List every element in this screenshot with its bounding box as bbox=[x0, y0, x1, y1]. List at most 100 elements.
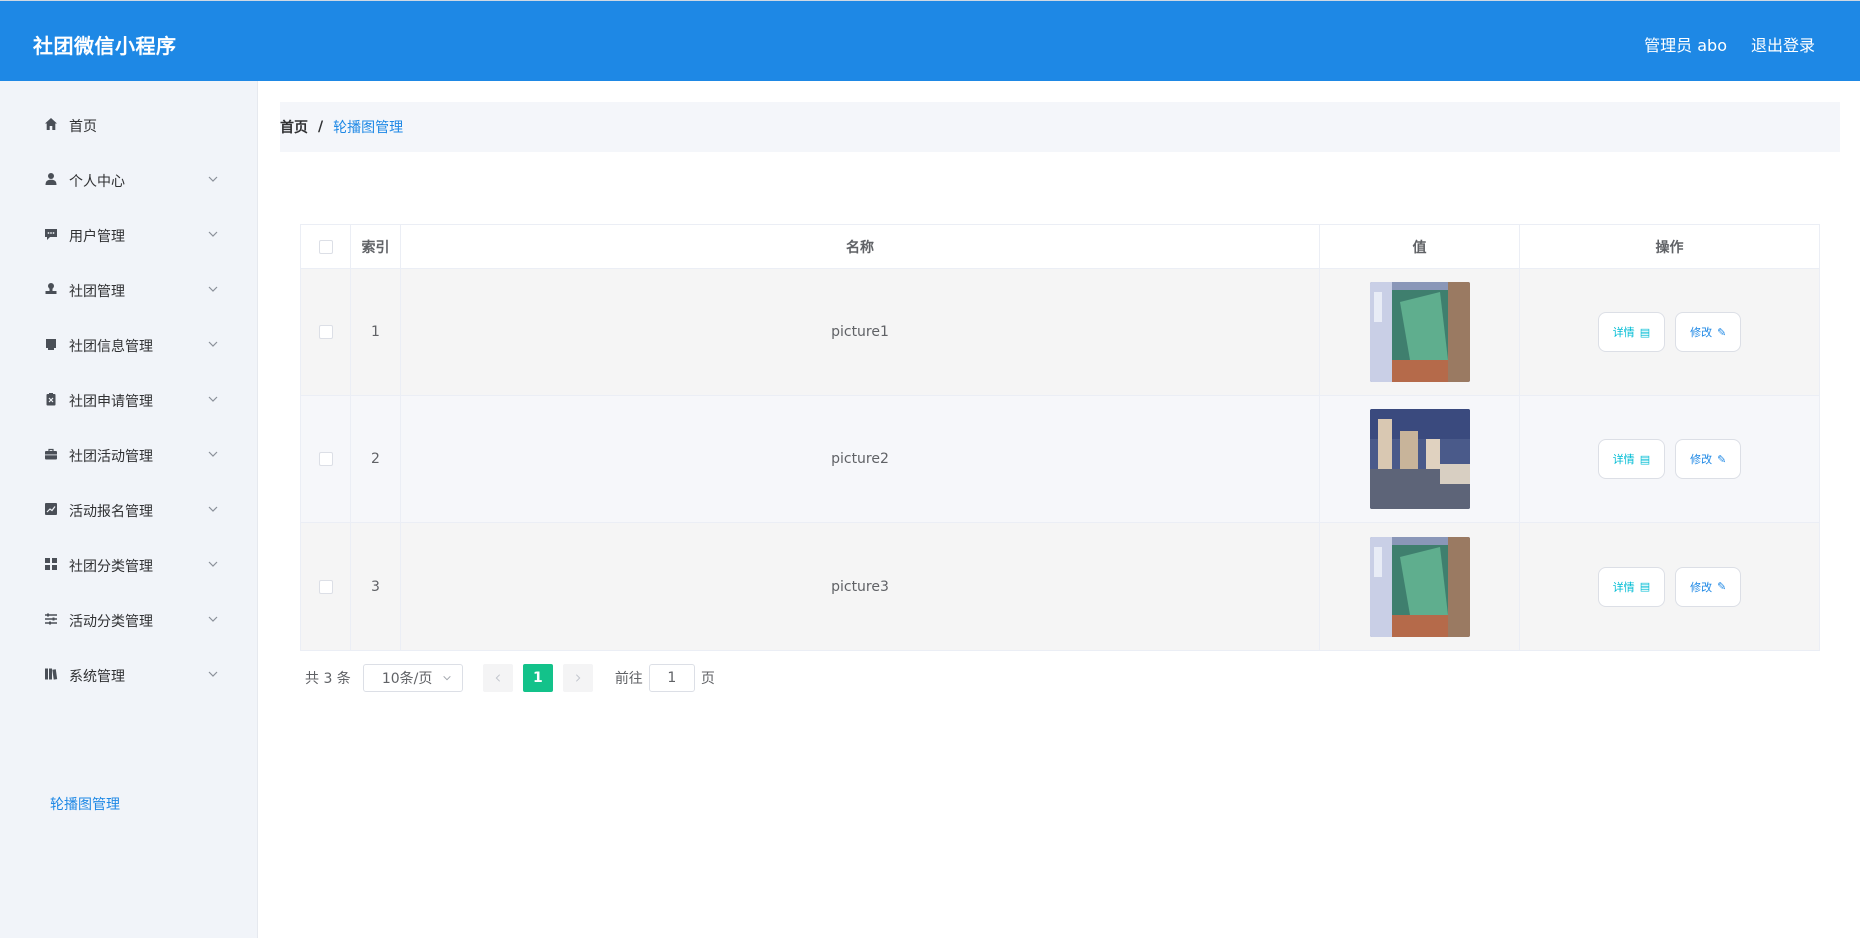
pencil-icon: ✎ bbox=[1717, 580, 1727, 593]
app-title: 社团微信小程序 bbox=[33, 34, 177, 58]
sidebar-item-club-category-management[interactable]: 社团分类管理 bbox=[0, 544, 258, 584]
sidebar-item-label: 个人中心 bbox=[69, 174, 125, 190]
sidebar-item-club-application-management[interactable]: 社团申请管理 bbox=[0, 379, 258, 419]
row-index: 2 bbox=[351, 396, 401, 522]
user-icon bbox=[45, 173, 57, 185]
row-name: picture3 bbox=[401, 523, 1320, 650]
sidebar-item-system-management[interactable]: 系统管理 bbox=[0, 654, 258, 694]
sidebar-item-activity-category-management[interactable]: 活动分类管理 bbox=[0, 599, 258, 639]
logout-button[interactable]: 退出登录 bbox=[1751, 32, 1815, 56]
pencil-icon: ✎ bbox=[1717, 325, 1727, 339]
sidebar-item-label: 用户管理 bbox=[69, 229, 125, 245]
sidebar-item-home[interactable]: 首页 bbox=[0, 104, 258, 144]
row-select-cell bbox=[301, 523, 351, 650]
goto-label: 前往 bbox=[614, 671, 643, 687]
sliders-icon bbox=[45, 613, 57, 625]
sidebar-item-label: 系统管理 bbox=[69, 669, 125, 685]
page-suffix: 页 bbox=[700, 671, 715, 687]
table-header: 索引 名称 值 操作 bbox=[301, 225, 1819, 269]
detail-button[interactable]: 详情 ▤ bbox=[1597, 566, 1666, 607]
detail-button[interactable]: 详情 ▤ bbox=[1597, 312, 1666, 352]
edit-button[interactable]: 修改 ✎ bbox=[1675, 566, 1742, 607]
inbox-icon bbox=[46, 339, 56, 350]
row-checkbox[interactable] bbox=[318, 325, 333, 339]
sidebar-item-label: 社团分类管理 bbox=[69, 559, 153, 575]
sidebar-item-label: 社团信息管理 bbox=[69, 339, 153, 355]
sidebar-item-label: 社团申请管理 bbox=[69, 394, 153, 410]
home-icon bbox=[45, 118, 57, 130]
chevron-down-icon bbox=[443, 675, 451, 681]
next-page-button[interactable] bbox=[562, 664, 593, 692]
chevron-down-icon bbox=[208, 671, 218, 677]
goto-page: 前往 页 bbox=[615, 664, 715, 692]
detail-button-label: 详情 bbox=[1612, 580, 1635, 594]
chevron-left-icon bbox=[495, 674, 500, 682]
page-size-value: 10条/页 bbox=[381, 671, 433, 687]
sidebar-item-club-info-management[interactable]: 社团信息管理 bbox=[0, 324, 258, 364]
select-all-checkbox[interactable] bbox=[318, 239, 333, 254]
row-operations: 详情 ▤ 修改 ✎ bbox=[1520, 523, 1819, 650]
carousel-image-thumbnail[interactable] bbox=[1369, 282, 1470, 382]
table-row: 2 picture2 详情 ▤ 修改 ✎ bbox=[301, 396, 1819, 523]
row-checkbox[interactable] bbox=[318, 452, 333, 466]
chevron-down-icon bbox=[208, 231, 218, 237]
sidebar: 首页 个人中心 用户管理 社团管理 社团信息管理 社团申请管理 社团活动管理 活… bbox=[0, 81, 258, 938]
prev-page-button[interactable] bbox=[482, 664, 513, 692]
sidebar-item-user-management[interactable]: 用户管理 bbox=[0, 214, 258, 254]
sidebar-item-label: 活动分类管理 bbox=[69, 614, 153, 630]
sidebar-item-label: 活动报名管理 bbox=[69, 504, 153, 520]
row-select-cell bbox=[301, 396, 351, 522]
header-operations: 操作 bbox=[1655, 239, 1684, 256]
sidebar-item-label: 首页 bbox=[69, 119, 97, 135]
chevron-down-icon bbox=[208, 396, 218, 402]
header-index: 索引 bbox=[351, 225, 401, 268]
chat-icon bbox=[45, 229, 57, 240]
document-icon: ▤ bbox=[1639, 580, 1651, 593]
edit-button-label: 修改 bbox=[1690, 453, 1713, 466]
chevron-down-icon bbox=[208, 616, 218, 622]
table-row: 1 picture1 详情 ▤ 修改 ✎ bbox=[301, 269, 1819, 396]
clipboard-icon bbox=[46, 393, 56, 406]
row-value-cell bbox=[1320, 269, 1520, 395]
chevron-down-icon bbox=[208, 506, 218, 512]
carousel-image-thumbnail[interactable] bbox=[1369, 409, 1470, 509]
carousel-image-thumbnail[interactable] bbox=[1369, 536, 1470, 637]
header-actions: 管理员 abo 退出登录 bbox=[1644, 32, 1815, 56]
edit-button[interactable]: 修改 ✎ bbox=[1675, 439, 1742, 479]
row-checkbox[interactable] bbox=[318, 579, 333, 594]
edit-button-label: 修改 bbox=[1690, 580, 1713, 594]
sidebar-item-club-management[interactable]: 社团管理 bbox=[0, 269, 258, 309]
row-index: 1 bbox=[351, 269, 401, 395]
chevron-down-icon bbox=[208, 341, 218, 347]
row-value-cell bbox=[1320, 396, 1520, 522]
stamp-icon bbox=[45, 283, 57, 294]
page-number-button[interactable]: 1 bbox=[522, 664, 553, 692]
book-icon bbox=[45, 668, 58, 680]
page-size-select[interactable]: 10条/页 bbox=[362, 664, 463, 692]
chevron-down-icon bbox=[208, 451, 218, 457]
header-name: 名称 bbox=[401, 225, 1320, 268]
carousel-table: 索引 名称 值 操作 1 picture1 详情 ▤ 修改 ✎ 2 picture bbox=[300, 224, 1820, 651]
sidebar-item-label: 社团管理 bbox=[69, 284, 125, 300]
chevron-right-icon bbox=[575, 674, 581, 682]
edit-button-label: 修改 bbox=[1690, 326, 1713, 339]
row-name: picture2 bbox=[401, 396, 1320, 522]
goto-page-input[interactable] bbox=[648, 664, 695, 692]
breadcrumb-separator: / bbox=[318, 119, 324, 135]
document-icon: ▤ bbox=[1639, 452, 1651, 466]
admin-user-label[interactable]: 管理员 abo bbox=[1644, 32, 1727, 56]
row-operations: 详情 ▤ 修改 ✎ bbox=[1520, 396, 1819, 522]
breadcrumb: 首页 / 轮播图管理 bbox=[280, 102, 1840, 152]
edit-button[interactable]: 修改 ✎ bbox=[1675, 312, 1742, 352]
breadcrumb-home[interactable]: 首页 bbox=[280, 117, 308, 137]
sidebar-item-club-activity-management[interactable]: 社团活动管理 bbox=[0, 434, 258, 474]
header-select-cell bbox=[301, 225, 351, 268]
sidebar-item-activity-signup-management[interactable]: 活动报名管理 bbox=[0, 489, 258, 529]
chevron-down-icon bbox=[208, 286, 218, 292]
detail-button[interactable]: 详情 ▤ bbox=[1597, 439, 1666, 479]
sidebar-subitem-carousel-management[interactable]: 轮播图管理 bbox=[50, 794, 120, 814]
sidebar-item-label: 社团活动管理 bbox=[69, 449, 153, 465]
detail-button-label: 详情 bbox=[1612, 453, 1635, 466]
top-header: 社团微信小程序 管理员 abo 退出登录 bbox=[0, 0, 1860, 81]
sidebar-item-personal-center[interactable]: 个人中心 bbox=[0, 159, 258, 199]
